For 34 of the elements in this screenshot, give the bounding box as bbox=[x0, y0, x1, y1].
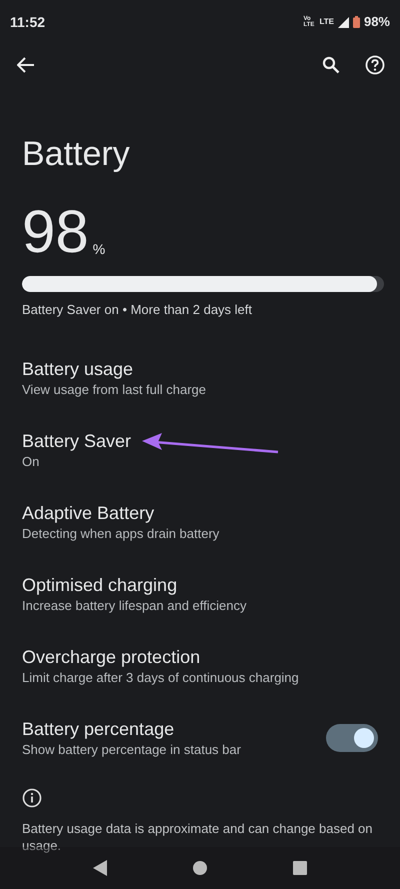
settings-item[interactable]: Battery percentage Show battery percentage in status bar bbox=[0, 702, 400, 774]
item-subtitle: Detecting when apps drain battery bbox=[22, 524, 220, 542]
footer-note: Battery usage data is approximate and can change based on usage. bbox=[22, 820, 374, 854]
info-icon bbox=[22, 788, 42, 808]
item-subtitle: Limit charge after 3 days of continuous charging bbox=[22, 668, 299, 686]
settings-item[interactable]: Overcharge protection Limit charge after 3 days of continuous charging bbox=[0, 630, 400, 702]
item-subtitle: Increase battery lifespan and efficiency bbox=[22, 596, 247, 614]
battery-percentage: 98 bbox=[22, 202, 89, 262]
home-nav-icon[interactable] bbox=[193, 861, 207, 875]
item-title: Optimised charging bbox=[22, 574, 178, 596]
status-time: 11:52 bbox=[10, 12, 46, 32]
help-button[interactable] bbox=[364, 54, 386, 76]
item-title: Adaptive Battery bbox=[22, 502, 156, 524]
settings-item[interactable]: Battery usage View usage from last full charge bbox=[0, 342, 400, 414]
item-title: Overcharge protection bbox=[22, 646, 202, 668]
battery-icon bbox=[352, 16, 360, 28]
toggle-switch[interactable] bbox=[326, 724, 378, 752]
percent-sign: % bbox=[92, 240, 106, 259]
settings-item[interactable]: Adaptive Battery Detecting when apps drain battery bbox=[0, 486, 400, 558]
item-subtitle: View usage from last full charge bbox=[22, 380, 206, 398]
page-title: Battery bbox=[22, 134, 131, 174]
settings-item[interactable]: Optimised charging Increase battery lifespan and efficiency bbox=[0, 558, 400, 630]
battery-summary: Battery Saver on • More than 2 days left bbox=[22, 301, 254, 319]
search-button[interactable] bbox=[320, 54, 342, 76]
item-subtitle: On bbox=[22, 452, 40, 470]
network-label: LTE bbox=[319, 16, 334, 28]
signal-icon bbox=[338, 16, 349, 28]
item-title: Battery percentage bbox=[22, 718, 176, 740]
item-subtitle: Show battery percentage in status bar bbox=[22, 740, 241, 758]
settings-item[interactable]: Battery Saver On bbox=[0, 414, 400, 486]
item-title: Battery Saver bbox=[22, 430, 132, 452]
back-nav-icon[interactable] bbox=[93, 860, 107, 876]
item-title: Battery usage bbox=[22, 358, 134, 380]
battery-percent: 98% bbox=[364, 13, 390, 32]
